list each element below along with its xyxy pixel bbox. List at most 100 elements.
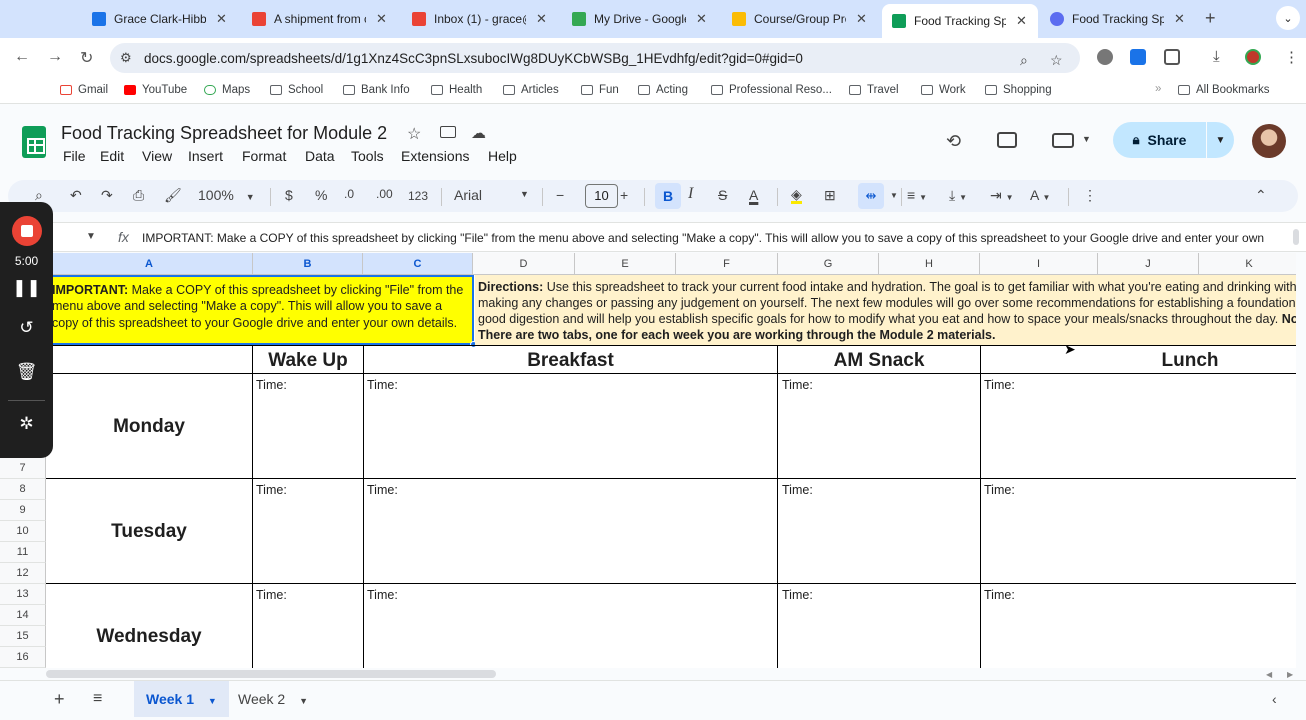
menu-help[interactable]: Help	[488, 148, 517, 164]
avatar[interactable]	[1252, 124, 1286, 158]
formula-input[interactable]: IMPORTANT: Make a COPY of this spreadshe…	[142, 231, 1292, 245]
redo-icon[interactable]: ↷	[101, 187, 113, 204]
chevron-down-icon[interactable]: ▼	[208, 696, 217, 706]
day-label-tuesday[interactable]: Tuesday	[46, 521, 252, 543]
time-label[interactable]: Time:	[256, 588, 287, 602]
bold-button[interactable]: B	[655, 183, 681, 209]
browser-tab[interactable]: Inbox (1) - grace@ ✕	[402, 6, 562, 32]
menu-data[interactable]: Data	[305, 148, 335, 164]
row-header[interactable]: 16	[0, 647, 46, 668]
column-header-d[interactable]: D	[473, 253, 575, 275]
meal-header-am-snack[interactable]: AM Snack	[778, 350, 980, 372]
text-rotation-icon[interactable]: A ▼	[1030, 187, 1050, 203]
scroll-left-icon[interactable]: ◀	[1266, 670, 1272, 679]
pause-icon[interactable]: ❚❚	[0, 278, 53, 298]
time-label[interactable]: Time:	[984, 378, 1015, 392]
extensions-puzzle-icon[interactable]	[1164, 49, 1180, 65]
sheet-tab-week-2[interactable]: Week 2 ▼	[226, 681, 320, 717]
time-label[interactable]: Time:	[367, 588, 398, 602]
strikethrough-button[interactable]: S	[718, 187, 727, 203]
row-header[interactable]: 15	[0, 626, 46, 647]
zoom-icon[interactable]: ⌕	[1020, 52, 1028, 69]
reload-icon[interactable]: ↻	[80, 48, 93, 68]
meal-header-lunch[interactable]: Lunch	[980, 350, 1296, 372]
font-select[interactable]: Arial ▼	[454, 187, 534, 203]
text-color-button[interactable]: A	[749, 187, 758, 203]
new-tab-button[interactable]: +	[1205, 8, 1216, 29]
meal-header-breakfast[interactable]: Breakfast	[363, 350, 778, 372]
chevron-down-icon[interactable]: ▼	[299, 696, 308, 706]
browser-tab[interactable]: Grace Clark-Hibbs ✕	[82, 6, 242, 32]
fill-color-icon[interactable]: ◈	[791, 187, 802, 204]
paint-format-icon[interactable]: 🖌︎	[164, 187, 182, 204]
undo-icon[interactable]: ↶	[70, 187, 82, 204]
column-header-g[interactable]: G	[778, 253, 879, 275]
borders-icon[interactable]: ⊞	[824, 187, 836, 204]
back-icon[interactable]: ←	[14, 48, 30, 66]
close-icon[interactable]: ✕	[376, 11, 387, 27]
star-icon[interactable]: ☆	[407, 124, 421, 144]
vertical-scrollbar[interactable]	[1296, 253, 1306, 668]
increase-font-size-icon[interactable]: +	[620, 187, 628, 203]
close-icon[interactable]: ✕	[856, 11, 867, 27]
browser-tab[interactable]: Course/Group Pro ✕	[722, 6, 882, 32]
document-title[interactable]: Food Tracking Spreadsheet for Module 2	[61, 123, 387, 144]
directions-cell[interactable]: Directions: Use this spreadsheet to trac…	[475, 275, 1296, 345]
delete-icon[interactable]: 🗑︎	[0, 362, 53, 382]
column-header-j[interactable]: J	[1098, 253, 1199, 275]
add-sheet-button[interactable]: +	[54, 689, 65, 710]
bookmark-star-icon[interactable]: ☆	[1050, 52, 1063, 69]
menu-insert[interactable]: Insert	[188, 148, 223, 164]
time-label[interactable]: Time:	[984, 588, 1015, 602]
sheet-tab-week-1[interactable]: Week 1 ▼	[134, 681, 229, 717]
column-header-k[interactable]: K	[1199, 253, 1296, 275]
close-icon[interactable]: ✕	[536, 11, 547, 27]
decrease-decimal-button[interactable]: .0	[344, 187, 354, 201]
column-header-i[interactable]: I	[980, 253, 1098, 275]
close-icon[interactable]: ✕	[696, 11, 707, 27]
italic-button[interactable]: I	[688, 185, 693, 203]
row-header[interactable]: 13	[0, 584, 46, 605]
url-field[interactable]: ⚙ docs.google.com/spreadsheets/d/1g1Xnz4…	[110, 43, 1080, 73]
close-icon[interactable]: ✕	[1016, 13, 1027, 29]
row-header[interactable]: 12	[0, 563, 46, 584]
bookmark-folder[interactable]: School	[270, 84, 323, 96]
move-folder-icon[interactable]	[440, 126, 456, 138]
browser-tab-active[interactable]: Food Tracking Spr ✕	[882, 4, 1038, 38]
close-icon[interactable]: ✕	[1174, 11, 1185, 27]
row-header[interactable]: 14	[0, 605, 46, 626]
row-header[interactable]: 9	[0, 500, 46, 521]
site-info-icon[interactable]: ⚙	[120, 50, 132, 66]
sheets-logo-icon[interactable]	[22, 126, 46, 158]
comments-icon[interactable]	[997, 132, 1017, 148]
column-header-f[interactable]: F	[676, 253, 778, 275]
name-box-dropdown[interactable]: ▼	[86, 231, 96, 242]
column-header-b[interactable]: B	[253, 253, 363, 275]
close-icon[interactable]: ✕	[216, 11, 227, 27]
zoom-select[interactable]: 100% ▼	[198, 187, 255, 203]
time-label[interactable]: Time:	[256, 378, 287, 392]
scrollbar[interactable]	[1293, 229, 1299, 245]
time-label[interactable]: Time:	[782, 378, 813, 392]
restart-icon[interactable]: ↺	[0, 318, 53, 338]
collapse-menu-icon[interactable]: ⌃	[1255, 187, 1267, 204]
meal-header-wake-up[interactable]: Wake Up	[253, 350, 363, 372]
number-format-button[interactable]: 123	[408, 189, 428, 203]
chevron-right-icon[interactable]: »	[1155, 83, 1161, 95]
stop-recording-button[interactable]	[12, 216, 42, 246]
time-label[interactable]: Time:	[367, 378, 398, 392]
all-sheets-icon[interactable]: ≡	[93, 690, 102, 708]
currency-format-button[interactable]: $	[285, 187, 293, 203]
menu-view[interactable]: View	[142, 148, 172, 164]
side-panel-toggle-icon[interactable]: ‹	[1272, 691, 1277, 707]
bookmark-maps[interactable]: Maps	[204, 84, 250, 96]
bookmark-youtube[interactable]: YouTube	[124, 84, 187, 96]
menu-edit[interactable]: Edit	[100, 148, 124, 164]
text-wrap-icon[interactable]: ⇥ ▼	[990, 187, 1014, 204]
scroll-right-icon[interactable]: ▶	[1287, 670, 1293, 679]
browser-tab[interactable]: My Drive - Google ✕	[562, 6, 722, 32]
menu-file[interactable]: File	[63, 148, 86, 164]
day-label-wednesday[interactable]: Wednesday	[46, 626, 252, 648]
menu-tools[interactable]: Tools	[351, 148, 384, 164]
row-header[interactable]: 8	[0, 479, 46, 500]
